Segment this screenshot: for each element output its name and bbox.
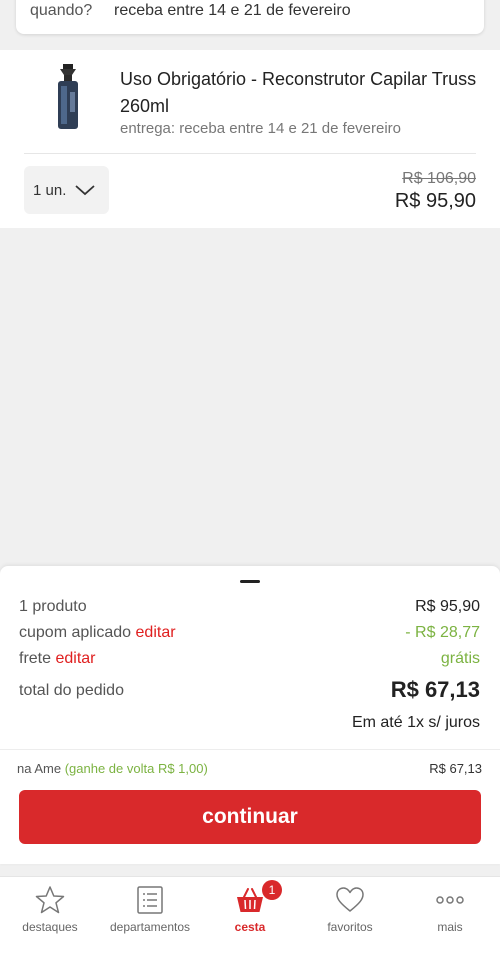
- basket-icon: [237, 888, 263, 912]
- quantity-value: 1 un.: [33, 181, 67, 199]
- products-value: R$ 95,90: [415, 598, 480, 615]
- products-label: 1 produto: [19, 598, 87, 615]
- product-image[interactable]: [48, 62, 88, 132]
- delivery-edit-link[interactable]: editar: [428, 0, 466, 3]
- delivery-card: quando? receba entre 14 e 21 de fevereir…: [16, 0, 484, 34]
- more-icon: [436, 896, 464, 904]
- nav-label: mais: [437, 920, 463, 934]
- ame-cashback: (ganhe de volta R$ 1,00): [64, 761, 208, 776]
- quantity-select[interactable]: 1 un.: [24, 166, 109, 214]
- coupon-edit-link[interactable]: editar: [136, 624, 176, 641]
- cart-count-badge: 1: [262, 880, 282, 900]
- heart-icon: [336, 887, 364, 912]
- star-icon: [35, 886, 65, 914]
- shipping-value: grátis: [440, 650, 480, 667]
- continue-button[interactable]: continuar: [19, 790, 481, 844]
- total-label: total do pedido: [19, 682, 124, 699]
- nav-item-favoritos[interactable]: favoritos: [300, 877, 400, 959]
- cart-item: Uso Obrigatório - Reconstrutor Capilar T…: [0, 50, 500, 228]
- coupon-value: - R$ 28,77: [405, 624, 480, 641]
- product-price: R$ 95,90: [394, 190, 476, 212]
- divider: [0, 749, 500, 750]
- installments-text: Em até 1x s/ juros: [351, 714, 480, 731]
- shipping-label-group: frete editar: [19, 650, 96, 668]
- delivery-label: quando?: [30, 2, 93, 19]
- nav-label: favoritos: [327, 920, 373, 934]
- nav-item-destaques[interactable]: destaques: [0, 877, 100, 959]
- old-price: R$ 106,90: [402, 170, 476, 187]
- chevron-down-icon: [75, 185, 95, 196]
- nav-item-mais[interactable]: mais: [400, 877, 500, 959]
- total-value: R$ 67,13: [390, 677, 480, 702]
- delivery-value: receba entre 14 e 21 de fevereiro: [114, 2, 351, 19]
- order-summary: 1 produto R$ 95,90 cupom aplicado editar…: [0, 566, 500, 864]
- shipping-edit-link[interactable]: editar: [55, 650, 95, 667]
- shipping-label: frete: [19, 650, 52, 667]
- nav-label: departamentos: [109, 920, 191, 934]
- product-delivery: entrega: receba entre 14 e 21 de feverei…: [120, 120, 402, 137]
- ame-label: na Ame: [17, 761, 62, 776]
- coupon-label-group: cupom aplicado editar: [19, 624, 176, 642]
- nav-item-cesta[interactable]: 1 cesta: [200, 877, 300, 959]
- nav-item-departamentos[interactable]: departamentos: [100, 877, 200, 959]
- sheet-handle[interactable]: [240, 580, 260, 583]
- nav-label: destaques: [22, 920, 78, 934]
- ame-label-group: na Ame (ganhe de volta R$ 1,00): [17, 761, 208, 776]
- product-name[interactable]: Uso Obrigatório - Reconstrutor Capilar T…: [120, 66, 480, 120]
- nav-label: cesta: [234, 920, 266, 934]
- ame-value: R$ 67,13: [429, 761, 482, 776]
- bottom-nav: destaques departamentos 1 cesta favorito…: [0, 876, 500, 959]
- divider: [24, 153, 476, 154]
- coupon-label: cupom aplicado: [19, 624, 132, 641]
- list-icon: [137, 886, 163, 914]
